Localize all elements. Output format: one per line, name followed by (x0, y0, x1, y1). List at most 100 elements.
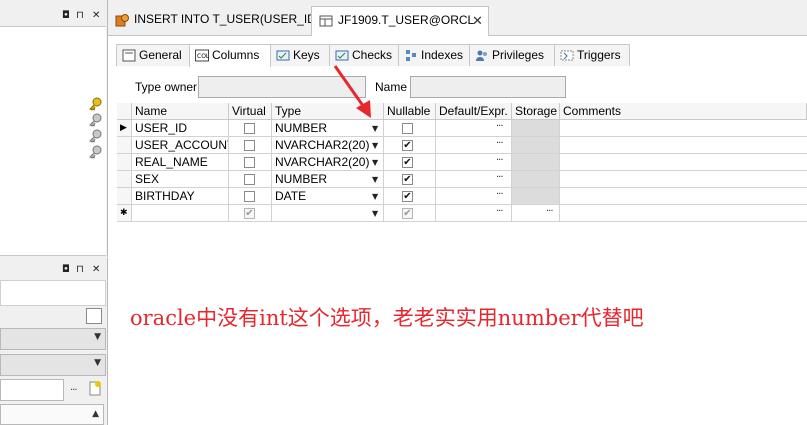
tab-columns[interactable]: COL Columns (189, 44, 271, 67)
cell-type[interactable]: NVARCHAR2(20) (272, 137, 384, 154)
chevron-down-icon[interactable]: ▼ (372, 141, 378, 150)
checkbox[interactable]: ✔ (402, 157, 413, 168)
cell-type[interactable]: NUMBER (272, 120, 384, 137)
cell-nullable[interactable]: ✔ (384, 188, 436, 205)
ellipsis-button[interactable]: ··· (496, 172, 503, 183)
table-icon (319, 15, 333, 27)
checkbox[interactable]: ✔ (402, 174, 413, 185)
cell-nullable[interactable]: ✔ (384, 171, 436, 188)
cell-nullable[interactable]: ✔ (384, 205, 436, 222)
left-bottom-list (0, 280, 106, 306)
checkbox[interactable] (244, 191, 255, 202)
ellipsis-button[interactable]: ··· (70, 385, 77, 396)
chevron-up-icon: ▲ (92, 409, 99, 419)
checkbox[interactable] (402, 123, 413, 134)
cell-storage[interactable] (512, 171, 560, 188)
tab-insert-query[interactable]: INSERT INTO T_USER(USER_ID ... (108, 6, 329, 36)
cell-name[interactable]: USER_ID (132, 120, 229, 137)
chevron-down-icon[interactable]: ▼ (372, 175, 378, 184)
pin-icon[interactable]: ⊓ (76, 264, 84, 276)
tab-privileges[interactable]: Privileges (469, 44, 555, 66)
left-text-input[interactable] (0, 379, 64, 401)
cell-type[interactable]: NVARCHAR2(20) (272, 154, 384, 171)
cell-name[interactable]: BIRTHDAY (132, 188, 229, 205)
cell-comments[interactable] (560, 188, 807, 205)
tab-keys[interactable]: Keys (270, 44, 330, 66)
checkbox[interactable] (244, 140, 255, 151)
row-indicator: ▶ (117, 120, 132, 137)
checkbox[interactable] (244, 123, 255, 134)
cell-name[interactable]: USER_ACCOUNT (132, 137, 229, 154)
ellipsis-button[interactable]: ··· (546, 206, 553, 217)
chevron-down-icon[interactable]: ▼ (372, 192, 378, 201)
cell-storage[interactable] (512, 120, 560, 137)
cell-nullable[interactable]: ✔ (384, 154, 436, 171)
close-icon[interactable]: ✕ (472, 13, 483, 29)
cell-virtual[interactable] (229, 171, 272, 188)
tab-triggers[interactable]: Triggers (554, 44, 630, 66)
name-field[interactable] (410, 76, 566, 98)
cell-comments[interactable] (560, 205, 807, 222)
col-header-nullable[interactable]: Nullable (384, 103, 436, 120)
left-combo-2[interactable]: ▼ (0, 354, 106, 376)
cell-storage[interactable] (512, 188, 560, 205)
columns-icon: COL (195, 49, 209, 62)
cell-name[interactable]: SEX (132, 171, 229, 188)
cell-storage[interactable] (512, 154, 560, 171)
checkbox[interactable] (86, 308, 102, 324)
left-list-scroll[interactable]: ▲ (0, 404, 104, 425)
cell-comments[interactable] (560, 137, 807, 154)
cell-comments[interactable] (560, 171, 807, 188)
cell-type[interactable]: DATE (272, 188, 384, 205)
new-file-icon[interactable] (88, 380, 102, 396)
cell-name[interactable] (132, 205, 229, 222)
col-header-virtual[interactable]: Virtual (229, 103, 272, 120)
cell-virtual[interactable]: ✔ (229, 205, 272, 222)
cell-nullable[interactable]: ✔ (384, 137, 436, 154)
col-header-name[interactable]: Name (132, 103, 229, 120)
checkbox[interactable]: ✔ (244, 208, 255, 219)
cell-virtual[interactable] (229, 188, 272, 205)
checkbox[interactable] (244, 157, 255, 168)
chevron-down-icon: ▼ (94, 332, 101, 342)
checkbox[interactable]: ✔ (402, 208, 413, 219)
left-combo-1[interactable]: ▼ (0, 328, 106, 350)
restore-icon[interactable]: ◘ (62, 264, 70, 276)
close-icon[interactable]: ✕ (92, 264, 100, 276)
indexes-icon (406, 50, 416, 61)
restore-icon[interactable]: ◘ (62, 10, 70, 22)
col-header-default[interactable]: Default/Expr. (436, 103, 512, 120)
cell-storage[interactable] (512, 137, 560, 154)
cell-type[interactable] (272, 205, 384, 222)
cell-virtual[interactable] (229, 154, 272, 171)
chevron-down-icon[interactable]: ▼ (372, 158, 378, 167)
tab-general[interactable]: General (116, 44, 190, 66)
cell-type[interactable]: NUMBER (272, 171, 384, 188)
close-icon[interactable]: ✕ (92, 10, 100, 22)
pin-icon[interactable]: ⊓ (76, 10, 84, 22)
col-header-comments[interactable]: Comments (560, 103, 807, 120)
left-top-panel: ◘ ⊓ ✕ (0, 0, 108, 257)
annotation-text: oracle中没有int这个选项，老老实实用number代替吧 (130, 306, 644, 330)
tab-indexes[interactable]: Indexes (398, 44, 470, 66)
cell-nullable[interactable] (384, 120, 436, 137)
cell-name[interactable]: REAL_NAME (132, 154, 229, 171)
chevron-down-icon[interactable]: ▼ (372, 209, 378, 218)
col-header-storage[interactable]: Storage (512, 103, 560, 120)
checkbox[interactable] (244, 174, 255, 185)
tab-table-editor[interactable]: JF1909.T_USER@ORCL ✕ (311, 6, 489, 36)
checkbox[interactable]: ✔ (402, 140, 413, 151)
ellipsis-button[interactable]: ··· (496, 206, 503, 217)
ellipsis-button[interactable]: ··· (496, 138, 503, 149)
ellipsis-button[interactable]: ··· (496, 189, 503, 200)
ellipsis-button[interactable]: ··· (496, 121, 503, 132)
cell-virtual[interactable] (229, 120, 272, 137)
cell-comments[interactable] (560, 154, 807, 171)
row-indicator (117, 154, 132, 171)
ellipsis-button[interactable]: ··· (496, 155, 503, 166)
chevron-down-icon[interactable]: ▼ (372, 124, 378, 133)
chevron-down-icon: ▼ (94, 358, 101, 368)
checkbox[interactable]: ✔ (402, 191, 413, 202)
cell-virtual[interactable] (229, 137, 272, 154)
cell-comments[interactable] (560, 120, 807, 137)
